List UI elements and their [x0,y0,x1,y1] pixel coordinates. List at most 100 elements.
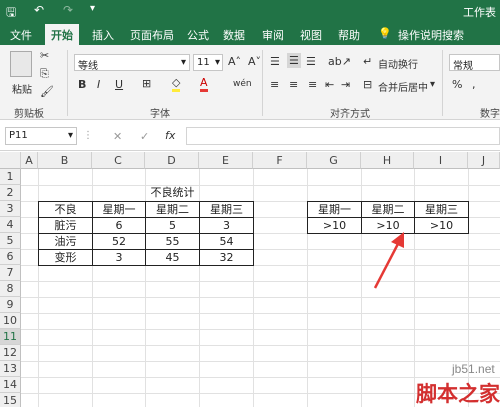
align-top-icon[interactable]: ☰ [270,55,280,68]
column-header[interactable]: F [253,152,307,169]
row-header-selected[interactable]: 11 [0,329,21,345]
increase-font-size-icon[interactable]: A˄ [228,55,241,68]
row-header[interactable]: 15 [0,393,21,407]
align-left-icon[interactable]: ≡ [270,78,279,91]
table-cell[interactable]: 52 [92,233,146,250]
border-icon[interactable]: ⊞ [142,77,151,90]
font-size-select[interactable]: 11 ▾ [193,54,223,71]
table-cell[interactable]: 3 [92,249,146,266]
undo-icon[interactable]: ↶ [34,3,44,17]
table-header-cell[interactable]: 星期一 [92,201,146,218]
underline-icon[interactable]: U [115,78,123,91]
decrease-indent-icon[interactable]: ⇤ [325,78,334,91]
table-cell[interactable]: 5 [145,217,200,234]
column-header[interactable]: I [414,152,468,169]
tell-me-search[interactable]: 操作说明搜索 [398,27,464,43]
column-header[interactable]: E [199,152,253,169]
table-header-cell[interactable]: 星期三 [414,201,469,218]
tab-data[interactable]: 数据 [223,27,245,43]
font-name-select[interactable]: 等线 ▾ [74,54,190,71]
paste-icon[interactable] [10,51,32,77]
insert-function-icon[interactable]: fx [165,129,175,142]
table-cell[interactable]: 45 [145,249,200,266]
column-header[interactable]: C [92,152,145,169]
table-cell[interactable]: 32 [199,249,254,266]
align-right-icon[interactable]: ≡ [308,78,317,91]
comma-style-icon[interactable]: , [472,78,476,91]
row-header[interactable]: 4 [0,217,21,233]
table-cell[interactable]: 脏污 [38,217,93,234]
align-center-icon[interactable]: ≡ [289,78,298,91]
column-header[interactable]: H [361,152,414,169]
criteria-cell[interactable]: >10 [307,217,362,234]
table-header-cell[interactable]: 不良 [38,201,93,218]
row-header[interactable]: 2 [0,185,21,201]
row-header[interactable]: 13 [0,361,21,377]
redo-icon[interactable]: ↷ [63,3,73,17]
column-header[interactable]: J [468,152,500,169]
table-header-cell[interactable]: 星期二 [145,201,200,218]
format-painter-icon[interactable]: 🖌 [40,85,54,98]
row-header[interactable]: 3 [0,201,21,217]
tab-insert[interactable]: 插入 [92,27,114,43]
font-color-icon[interactable]: A [200,77,208,92]
percent-style-icon[interactable]: % [452,78,462,91]
merge-center-button[interactable]: 合并后居中 [378,79,428,94]
copy-icon[interactable]: ⎘ [40,67,49,81]
orientation-icon[interactable]: ab↗ [328,55,351,68]
decrease-font-size-icon[interactable]: A˅ [248,55,261,68]
select-all-corner[interactable] [0,152,21,169]
align-bottom-icon[interactable]: ☰ [306,55,316,68]
table-cell[interactable]: 3 [199,217,254,234]
worksheet-grid[interactable]: A B C D E F G H I J 1 2 3 4 5 6 7 8 9 10… [0,152,500,407]
table-cell[interactable]: 54 [199,233,254,250]
row-header[interactable]: 10 [0,313,21,329]
wrap-text-button[interactable]: 自动换行 [378,56,418,71]
italic-icon[interactable]: I [97,78,100,91]
column-header[interactable]: A [21,152,38,169]
cut-icon[interactable]: ✂ [40,49,49,62]
cancel-icon[interactable]: ✕ [113,130,122,143]
row-header[interactable]: 5 [0,233,21,249]
row-header[interactable]: 12 [0,345,21,361]
column-header[interactable]: G [307,152,361,169]
row-header[interactable]: 6 [0,249,21,265]
table-header-cell[interactable]: 星期一 [307,201,362,218]
table-cell[interactable]: 变形 [38,249,93,266]
column-header[interactable]: B [38,152,92,169]
align-middle-icon[interactable]: ☰ [287,53,301,68]
formula-input[interactable] [186,127,500,145]
bold-icon[interactable]: B [78,78,86,91]
fill-color-icon[interactable]: ◇ [172,77,181,92]
number-format-select[interactable]: 常规 [449,54,500,71]
table-cell[interactable]: 6 [92,217,146,234]
customize-qat-icon[interactable]: ▾ [90,3,95,14]
merge-dropdown-icon[interactable]: ▾ [430,79,435,90]
increase-indent-icon[interactable]: ⇥ [341,78,350,91]
row-header[interactable]: 7 [0,265,21,281]
paste-button[interactable]: 粘贴 [12,81,32,96]
table-header-cell[interactable]: 星期三 [199,201,254,218]
column-header[interactable]: D [145,152,199,169]
tab-view[interactable]: 视图 [300,27,322,43]
row-header[interactable]: 14 [0,377,21,393]
row-header[interactable]: 1 [0,169,21,185]
enter-icon[interactable]: ✓ [140,130,149,143]
criteria-cell[interactable]: >10 [414,217,469,234]
row-header[interactable]: 8 [0,281,21,297]
phonetic-guide-icon[interactable]: wén [233,79,252,89]
table-header-cell[interactable]: 星期二 [361,201,415,218]
tab-page-layout[interactable]: 页面布局 [130,27,174,43]
name-box[interactable]: P11 ▾ [5,127,77,145]
tab-review[interactable]: 审阅 [262,27,284,43]
lightbulb-icon[interactable]: 💡 [378,27,392,40]
tab-formulas[interactable]: 公式 [187,27,209,43]
tab-help[interactable]: 帮助 [338,27,360,43]
row-header[interactable]: 9 [0,297,21,313]
tab-file[interactable]: 文件 [10,27,32,43]
wrap-text-icon[interactable]: ↵ [363,55,372,68]
table-cell[interactable]: 油污 [38,233,93,250]
save-icon[interactable]: 🖫 [6,3,16,24]
table-title[interactable]: 不良统计 [92,185,253,201]
tab-home[interactable]: 开始 [45,24,79,45]
